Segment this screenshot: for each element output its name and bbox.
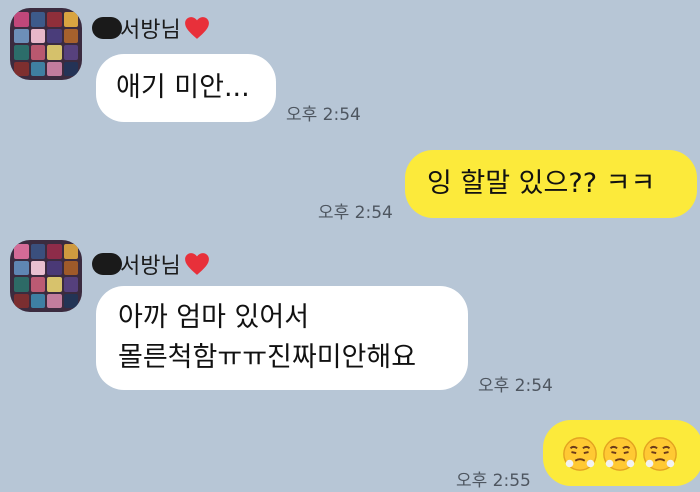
message-time: 오후 2:54 [286,105,361,125]
steam-from-nose-emoji-icon [563,436,597,471]
sender-name-row: 서방님 [92,248,210,280]
message-time: 오후 2:55 [456,471,531,491]
message-bubble[interactable]: 아까 엄마 있어서 몰른척함ㅠㅠ진짜미안해요 [96,286,468,390]
message-text-line: 아까 엄마 있어서 [118,302,310,333]
message-text: 잉 할말 있으?? ㅋㅋ [427,168,656,199]
sender-name: 서방님 [120,254,181,279]
message-bubble[interactable]: 애기 미안... [96,54,276,122]
message-text-line: 몰른척함ㅠㅠ진짜미안해요 [118,342,417,373]
steam-from-nose-emoji-icon [643,436,677,471]
message-time: 오후 2:54 [478,376,553,396]
censor-mark [92,17,122,39]
message-bubble[interactable]: 잉 할말 있으?? ㅋㅋ [405,150,697,218]
heart-icon [184,253,209,275]
heart-icon [184,17,209,39]
sender-name-row: 서방님 [92,12,210,44]
sender-name: 서방님 [120,18,181,43]
message-text: 애기 미안... [116,72,250,103]
message-bubble[interactable] [543,420,700,486]
sender-avatar[interactable] [10,8,82,80]
censor-mark [92,253,122,275]
sender-avatar[interactable] [10,240,82,312]
steam-from-nose-emoji-icon [603,436,637,471]
message-time: 오후 2:54 [318,203,393,223]
